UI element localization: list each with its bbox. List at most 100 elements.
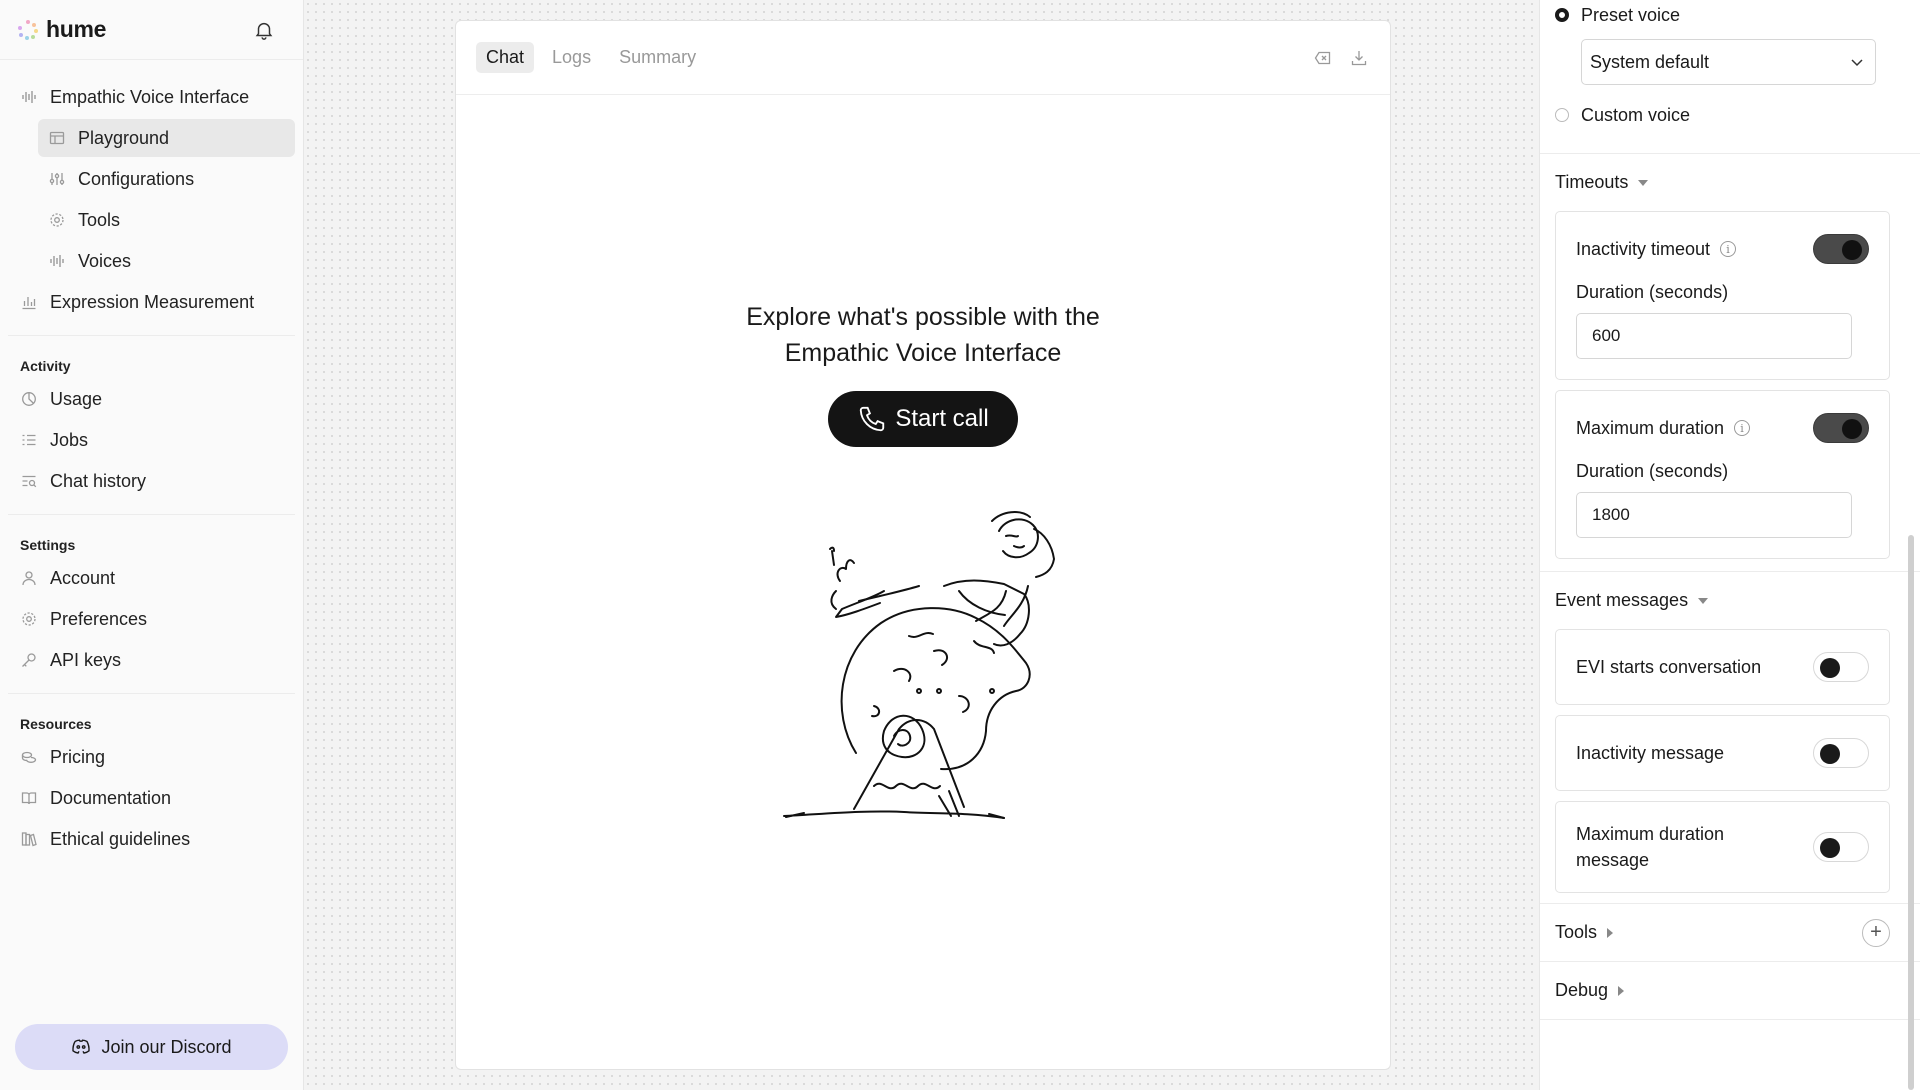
sidebar-item-tools[interactable]: Tools (38, 201, 295, 239)
maximum-duration-message-toggle[interactable] (1813, 832, 1869, 862)
chat-card: Chat Logs Summary Explore what's possibl… (455, 20, 1391, 1070)
sidebar-item-usage[interactable]: Usage (0, 380, 303, 418)
maximum-duration-toggle[interactable] (1813, 413, 1869, 443)
primary-nav: Empathic Voice Interface Playground Conf… (0, 60, 303, 321)
info-icon[interactable]: i (1734, 420, 1751, 436)
tab-logs[interactable]: Logs (542, 42, 601, 73)
sidebar-item-preferences[interactable]: Preferences (0, 600, 303, 638)
sidebar-item-api-keys[interactable]: API keys (0, 641, 303, 679)
tools-title: Tools (1555, 922, 1598, 942)
sidebar-item-chat-history[interactable]: Chat history (0, 462, 303, 500)
sidebar-item-jobs[interactable]: Jobs (0, 421, 303, 459)
maximum-duration-message-label: Maximum duration message (1576, 824, 1725, 870)
playground-canvas: Chat Logs Summary Explore what's possibl… (304, 0, 1539, 1090)
tab-chat[interactable]: Chat (476, 42, 535, 73)
voice-select[interactable]: System default (1581, 39, 1876, 85)
caret-right-icon (1607, 927, 1614, 938)
settings-panel-content: Preset voice System default Custom voice… (1540, 0, 1920, 1020)
layout-icon (48, 129, 66, 147)
sidebar-item-label: Account (50, 567, 116, 588)
chat-header-actions (1314, 49, 1368, 67)
sidebar-item-label: Chat history (50, 470, 147, 491)
tools-section-header[interactable]: Tools + (1555, 904, 1890, 961)
custom-voice-option[interactable]: Custom voice (1555, 101, 1890, 129)
gear-icon (20, 610, 38, 628)
join-discord-label: Join our Discord (101, 1036, 232, 1057)
hume-logo-icon (18, 19, 38, 40)
clear-chat-icon[interactable] (1314, 49, 1332, 67)
evi-starts-conversation-card: EVI starts conversation (1555, 629, 1890, 705)
sidebar-item-label: Usage (50, 388, 103, 409)
waveform-icon (20, 88, 38, 106)
sidebar-item-configurations[interactable]: Configurations (38, 160, 295, 198)
maximum-duration-message-card: Maximum duration message (1555, 801, 1890, 893)
inactivity-message-toggle[interactable] (1813, 738, 1869, 768)
timeouts-section-header[interactable]: Timeouts (1555, 154, 1890, 211)
preset-voice-radio[interactable] (1555, 8, 1569, 22)
sidebar-item-pricing[interactable]: Pricing (0, 738, 303, 776)
brand-logo[interactable]: hume (18, 16, 106, 43)
debug-section-header[interactable]: Debug (1555, 962, 1890, 1019)
plus-icon: + (1870, 921, 1882, 943)
sidebar-item-label: Documentation (50, 787, 172, 808)
maximum-duration-field-label: Duration (seconds) (1576, 461, 1729, 481)
inactivity-timeout-label: Inactivity timeout (1576, 238, 1711, 259)
inactivity-duration-label: Duration (seconds) (1576, 282, 1729, 302)
gear-icon (48, 211, 66, 229)
preset-voice-option[interactable]: Preset voice (1555, 1, 1890, 29)
user-icon (20, 569, 38, 587)
sidebar: hume Empathic Voice Interface Playground… (0, 0, 304, 1090)
evi-starts-conversation-toggle[interactable] (1813, 652, 1869, 682)
settings-panel: Preset voice System default Custom voice… (1539, 0, 1920, 1090)
sidebar-item-account[interactable]: Account (0, 559, 303, 597)
sidebar-item-label: Expression Measurement (50, 291, 255, 312)
inactivity-timeout-toggle[interactable] (1813, 234, 1869, 264)
preset-voice-label: Preset voice (1581, 4, 1681, 25)
search-list-icon (20, 472, 38, 490)
join-discord-button[interactable]: Join our Discord (15, 1024, 288, 1070)
custom-voice-radio[interactable] (1555, 108, 1569, 122)
info-icon[interactable]: i (1720, 241, 1737, 257)
sidebar-item-label: Jobs (50, 429, 89, 450)
custom-voice-label: Custom voice (1581, 104, 1691, 125)
sidebar-item-expression-measurement[interactable]: Expression Measurement (8, 283, 295, 321)
inactivity-message-card: Inactivity message (1555, 715, 1890, 791)
bell-icon[interactable] (253, 19, 275, 41)
sidebar-item-label: Empathic Voice Interface (50, 86, 250, 107)
coins-icon (20, 748, 38, 766)
sidebar-item-evi[interactable]: Empathic Voice Interface (8, 78, 295, 116)
inactivity-duration-input[interactable] (1576, 313, 1852, 359)
download-icon[interactable] (1350, 49, 1368, 67)
event-messages-section-header[interactable]: Event messages (1555, 572, 1890, 629)
brand-row: hume (0, 0, 303, 60)
panel-scrollbar[interactable] (1908, 535, 1914, 1090)
bar-chart-icon (20, 293, 38, 311)
sidebar-item-documentation[interactable]: Documentation (0, 779, 303, 817)
tab-summary[interactable]: Summary (609, 42, 706, 73)
add-tool-button[interactable]: + (1862, 918, 1890, 947)
discord-icon (72, 1039, 91, 1054)
caret-down-icon (1638, 179, 1649, 186)
inactivity-timeout-card: Inactivity timeout i Duration (seconds) (1555, 211, 1890, 380)
activity-section: Activity Usage Jobs Chat history (8, 335, 295, 500)
chat-empty-state: Explore what's possible with the Empathi… (456, 299, 1390, 447)
sidebar-item-playground[interactable]: Playground (38, 119, 295, 157)
list-icon (20, 431, 38, 449)
hero-title-line-2: Empathic Voice Interface (784, 339, 1062, 367)
sidebar-item-voices[interactable]: Voices (38, 242, 295, 280)
voice-select-value: System default (1590, 51, 1710, 72)
chat-tabs: Chat Logs Summary (476, 42, 706, 73)
brand-name: hume (46, 16, 107, 42)
resources-title: Resources (20, 716, 92, 732)
start-call-button[interactable]: Start call (828, 391, 1018, 447)
sidebar-item-ethical-guidelines[interactable]: Ethical guidelines (0, 820, 303, 858)
sidebar-item-label: Pricing (50, 746, 106, 767)
pie-chart-icon (20, 390, 38, 408)
sliders-icon (48, 170, 66, 188)
sidebar-item-label: Playground (78, 127, 170, 148)
hero-title-line-1: Explore what's possible with the (746, 303, 1100, 331)
key-icon (20, 651, 38, 669)
event-messages-title: Event messages (1555, 590, 1689, 610)
settings-title: Settings (20, 537, 76, 553)
maximum-duration-input[interactable] (1576, 492, 1852, 538)
